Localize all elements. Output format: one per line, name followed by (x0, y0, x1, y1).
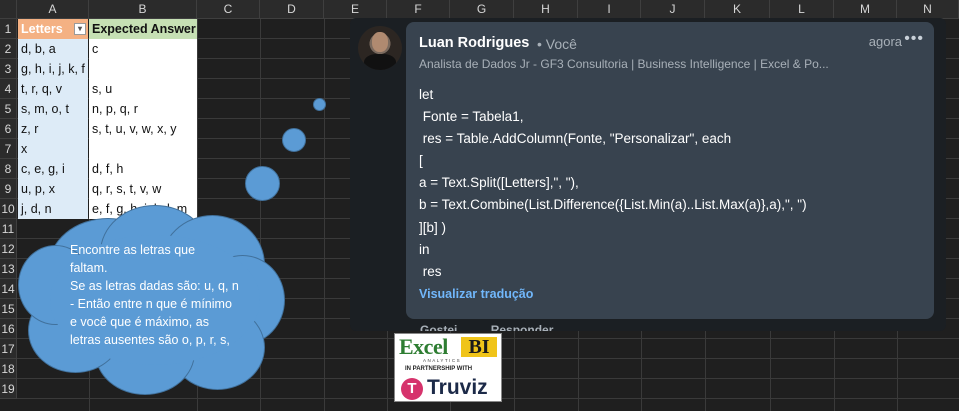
logo-partnership-text: IN PARTNERSHIP WITH (405, 366, 473, 372)
letters-cell[interactable]: g, h, i, j, k, f (18, 59, 88, 79)
code-line: a = Text.Split([Letters],", "), (419, 175, 579, 191)
code-line: [ (419, 153, 423, 169)
row-header-4[interactable]: 4 (0, 79, 17, 99)
expected-answer-cell[interactable]: q, r, s, t, v, w (89, 179, 197, 199)
column-header-d[interactable]: D (260, 0, 324, 19)
logo-excel-text: Excel (399, 334, 448, 359)
code-line: let (419, 87, 434, 102)
logo-bi-badge: BI (461, 337, 497, 357)
letters-cell[interactable]: t, r, q, v (18, 79, 88, 99)
avatar[interactable] (358, 26, 402, 70)
like-button[interactable]: Gostei (420, 323, 457, 331)
code-line: Fonte = Tabela1, (419, 109, 524, 125)
row-header-14[interactable]: 14 (0, 279, 17, 299)
logo-analytics-text: ANALYTICS (423, 358, 462, 363)
column-header-j[interactable]: J (641, 0, 705, 19)
column-header-f[interactable]: F (387, 0, 450, 19)
header-expected-label: Expected Answer (92, 22, 196, 36)
letters-cell[interactable]: z, r (18, 119, 88, 139)
callout-line: - Então entre n que é mínimo (70, 297, 232, 311)
callout-line: faltam. (70, 261, 108, 275)
row-header-7[interactable]: 7 (0, 139, 17, 159)
row-header-5[interactable]: 5 (0, 99, 17, 119)
filter-dropdown-icon[interactable]: ▾ (74, 23, 86, 35)
row-header-17[interactable]: 17 (0, 339, 17, 359)
expected-answer-cell[interactable]: c (89, 39, 197, 59)
row-header-8[interactable]: 8 (0, 159, 17, 179)
row-header-10[interactable]: 10 (0, 199, 17, 219)
column-header-m[interactable]: M (834, 0, 897, 19)
row-header-11[interactable]: 11 (0, 219, 17, 239)
column-header-l[interactable]: L (770, 0, 834, 19)
letters-cell[interactable]: j, d, n (18, 199, 88, 219)
callout-text: Encontre as letras que faltam. Se as let… (70, 241, 258, 349)
code-line: b = Text.Combine(List.Difference({List.M… (419, 197, 807, 213)
select-all-corner[interactable] (0, 0, 17, 19)
column-header-a[interactable]: A (17, 0, 89, 19)
column-header-b[interactable]: B (89, 0, 197, 19)
code-line: res = Table.AddColumn(Fonte, "Personaliz… (419, 131, 732, 147)
connection-degree: • Você (537, 36, 577, 52)
translate-link[interactable]: Visualizar tradução (419, 287, 533, 301)
comment-time: agora (868, 34, 902, 49)
row-header-19[interactable]: 19 (0, 379, 17, 399)
column-header-e[interactable]: E (324, 0, 387, 19)
column-header-c[interactable]: C (197, 0, 260, 19)
row-header-13[interactable]: 13 (0, 259, 17, 279)
row-header-3[interactable]: 3 (0, 59, 17, 79)
row-header-9[interactable]: 9 (0, 179, 17, 199)
ellipsis-icon[interactable]: ••• (904, 30, 924, 48)
header-letters-label: Letters (21, 22, 63, 36)
letters-cell[interactable]: s, m, o, t (18, 99, 88, 119)
column-header-h[interactable]: H (514, 0, 578, 19)
row-header-1[interactable]: 1 (0, 19, 17, 39)
row-header-12[interactable]: 12 (0, 239, 17, 259)
logo-truviz-text: Truviz (427, 376, 488, 399)
expected-answer-cell[interactable] (89, 139, 197, 159)
callout-line: letras ausentes são o, p, r, s, (70, 333, 230, 347)
letters-cell[interactable]: d, b, a (18, 39, 88, 59)
code-line: in (419, 241, 430, 257)
expected-answer-cell[interactable]: d, f, h (89, 159, 197, 179)
letters-cell[interactable]: u, p, x (18, 179, 88, 199)
expected-answer-cell[interactable]: n, p, q, r (89, 99, 197, 119)
author-headline: Analista de Dados Jr - GF3 Consultoria |… (419, 57, 829, 71)
column-header-g[interactable]: G (450, 0, 514, 19)
cloud-tail-bubble-small (313, 98, 326, 111)
expected-answer-cell[interactable]: s, u (89, 79, 197, 99)
column-header-i[interactable]: I (578, 0, 641, 19)
callout-line: Encontre as letras que (70, 243, 196, 257)
header-cell-expected-answer[interactable]: Expected Answer (89, 19, 197, 39)
cloud-tail-bubble-medium (282, 128, 306, 152)
callout-line: e você que é máximo, as (70, 315, 209, 329)
comment-author[interactable]: Luan Rodrigues (419, 35, 529, 51)
excel-bi-truviz-logo: Excel BI ANALYTICS IN PARTNERSHIP WITH T… (394, 333, 502, 402)
comment-card: Luan Rodrigues • Você agora ••• Analista… (350, 18, 946, 331)
reply-button[interactable]: Responder (491, 323, 554, 331)
code-line: res (419, 263, 442, 279)
code-line: ][b] ) (419, 219, 447, 235)
row-header-15[interactable]: 15 (0, 299, 17, 319)
cloud-tail-bubble-large (245, 166, 280, 201)
row-header-2[interactable]: 2 (0, 39, 17, 59)
row-header-18[interactable]: 18 (0, 359, 17, 379)
comment-actions: Gostei Responder (420, 323, 583, 331)
callout-line: Se as letras dadas são: u, q, n (70, 279, 239, 293)
expected-answer-cell[interactable] (89, 59, 197, 79)
header-cell-letters[interactable]: Letters ▾ (18, 19, 88, 39)
comment-bubble: Luan Rodrigues • Você agora ••• Analista… (406, 22, 934, 319)
column-header-n[interactable]: N (897, 0, 959, 19)
avatar-body (364, 54, 396, 70)
avatar-head (372, 32, 388, 52)
comment-code: let Fonte = Tabela1, res = Table.AddColu… (419, 84, 807, 283)
truviz-mark-icon: T (401, 378, 423, 400)
letters-cell[interactable]: c, e, g, i (18, 159, 88, 179)
expected-answer-cell[interactable]: s, t, u, v, w, x, y (89, 119, 197, 139)
letters-cell[interactable]: x (18, 139, 88, 159)
row-header-16[interactable]: 16 (0, 319, 17, 339)
column-header-k[interactable]: K (705, 0, 770, 19)
row-header-6[interactable]: 6 (0, 119, 17, 139)
